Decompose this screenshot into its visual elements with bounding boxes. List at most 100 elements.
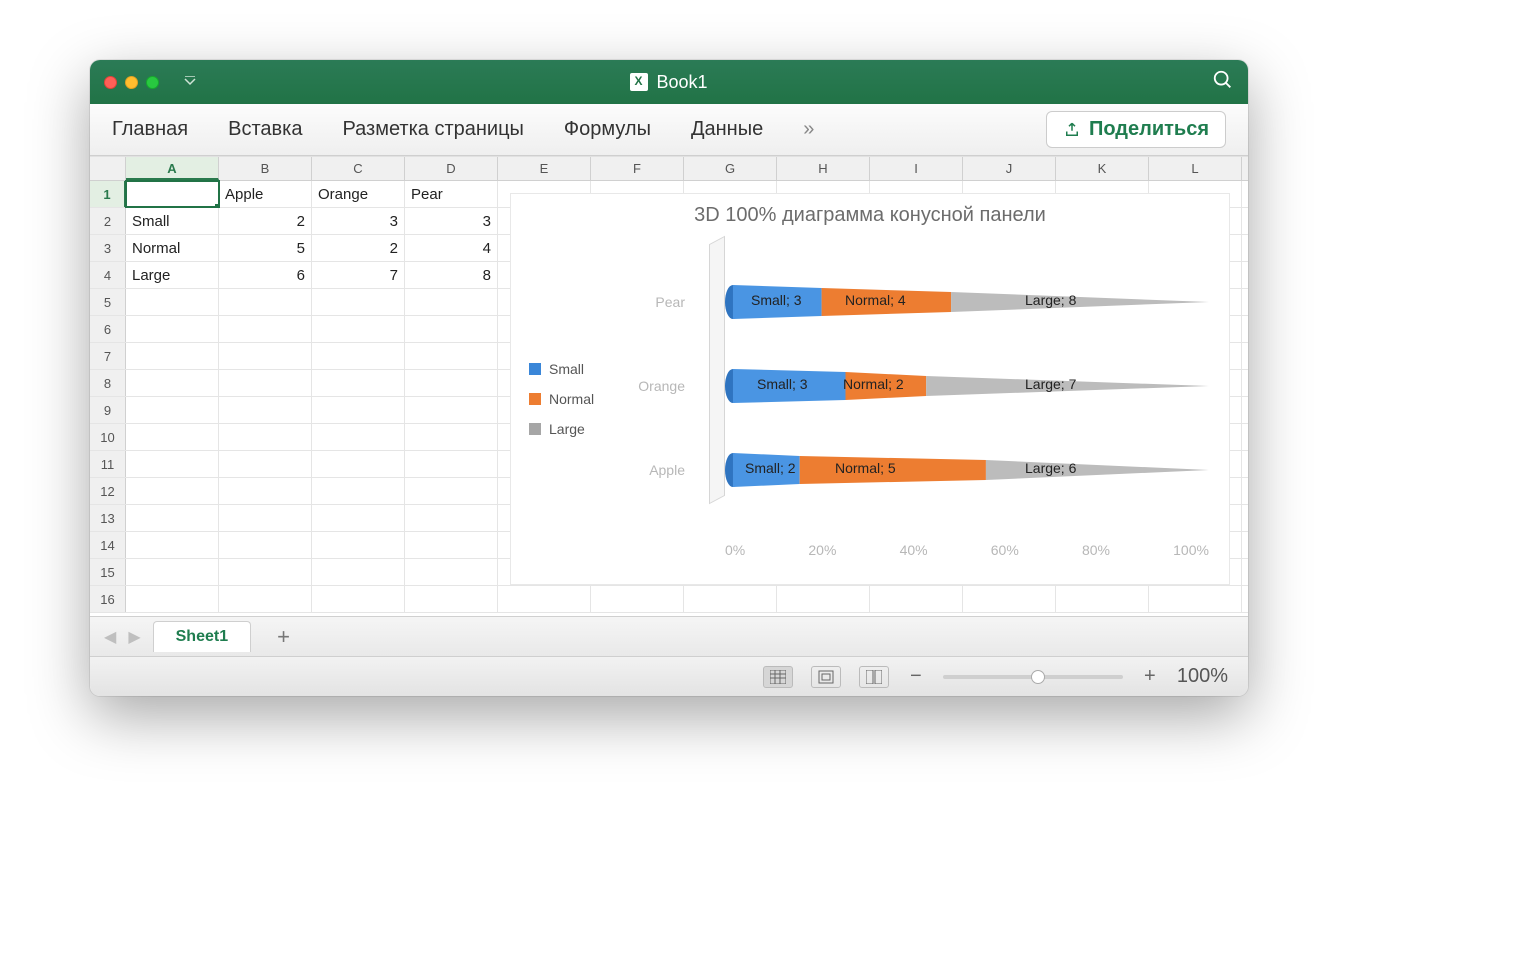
- row-header[interactable]: 11: [90, 451, 126, 477]
- cell[interactable]: [405, 586, 498, 612]
- cell[interactable]: [219, 478, 312, 504]
- column-header[interactable]: C: [312, 157, 405, 180]
- cell-A1[interactable]: [126, 181, 219, 207]
- search-icon[interactable]: [1212, 69, 1234, 96]
- cell[interactable]: Normal: [126, 235, 219, 261]
- cell[interactable]: [405, 289, 498, 315]
- column-header[interactable]: B: [219, 157, 312, 180]
- view-page-layout-button[interactable]: [811, 666, 841, 688]
- cell[interactable]: [312, 451, 405, 477]
- ribbon-tab-insert[interactable]: Вставка: [228, 114, 302, 145]
- cell[interactable]: Apple: [219, 181, 312, 207]
- cell[interactable]: 5: [219, 235, 312, 261]
- cell[interactable]: [1149, 586, 1242, 612]
- cell[interactable]: [312, 478, 405, 504]
- cell[interactable]: [126, 505, 219, 531]
- row-header[interactable]: 12: [90, 478, 126, 504]
- select-all-corner[interactable]: [90, 157, 126, 180]
- cell[interactable]: [312, 424, 405, 450]
- close-button[interactable]: [104, 76, 117, 89]
- spreadsheet-grid[interactable]: A B C D E F G H I J K L 1 Apple Orange P…: [90, 156, 1248, 616]
- row-header[interactable]: 3: [90, 235, 126, 261]
- cell[interactable]: [219, 370, 312, 396]
- cell[interactable]: [405, 343, 498, 369]
- cell[interactable]: [405, 478, 498, 504]
- cell[interactable]: [498, 586, 591, 612]
- view-normal-button[interactable]: [763, 666, 793, 688]
- column-header[interactable]: H: [777, 157, 870, 180]
- cell[interactable]: Pear: [405, 181, 498, 207]
- cell[interactable]: [963, 586, 1056, 612]
- cell[interactable]: [405, 397, 498, 423]
- cell[interactable]: [591, 586, 684, 612]
- zoom-slider[interactable]: [943, 675, 1123, 679]
- cell[interactable]: [219, 343, 312, 369]
- row-header[interactable]: 1: [90, 181, 126, 207]
- cell[interactable]: [219, 451, 312, 477]
- cell[interactable]: [219, 559, 312, 585]
- add-sheet-button[interactable]: +: [263, 624, 304, 650]
- cell[interactable]: [126, 397, 219, 423]
- cell[interactable]: 8: [405, 262, 498, 288]
- cell[interactable]: [219, 397, 312, 423]
- cell[interactable]: [312, 289, 405, 315]
- cell[interactable]: [405, 505, 498, 531]
- cell[interactable]: Small: [126, 208, 219, 234]
- row-header[interactable]: 4: [90, 262, 126, 288]
- row-header[interactable]: 16: [90, 586, 126, 612]
- column-header[interactable]: F: [591, 157, 684, 180]
- quick-access-indicator[interactable]: [183, 76, 197, 89]
- minimize-button[interactable]: [125, 76, 138, 89]
- view-page-break-button[interactable]: [859, 666, 889, 688]
- row-header[interactable]: 8: [90, 370, 126, 396]
- cell[interactable]: 3: [312, 208, 405, 234]
- cell[interactable]: 2: [312, 235, 405, 261]
- row-header[interactable]: 10: [90, 424, 126, 450]
- row-header[interactable]: 6: [90, 316, 126, 342]
- ribbon-tab-formulas[interactable]: Формулы: [564, 114, 651, 145]
- cell[interactable]: [312, 397, 405, 423]
- zoom-percentage[interactable]: 100%: [1177, 665, 1228, 688]
- row-header[interactable]: 7: [90, 343, 126, 369]
- column-header[interactable]: I: [870, 157, 963, 180]
- column-header[interactable]: L: [1149, 157, 1242, 180]
- ribbon-more-icon[interactable]: »: [803, 118, 814, 141]
- cell[interactable]: [312, 532, 405, 558]
- cell[interactable]: [219, 316, 312, 342]
- chart-object[interactable]: 3D 100% диаграмма конусной панели Small …: [510, 193, 1230, 585]
- zoom-slider-thumb[interactable]: [1031, 670, 1045, 684]
- sheet-nav-prev-icon[interactable]: ◀: [104, 627, 116, 647]
- cell[interactable]: 3: [405, 208, 498, 234]
- cell[interactable]: [219, 586, 312, 612]
- sheet-tab-active[interactable]: Sheet1: [153, 621, 251, 652]
- cell[interactable]: [312, 559, 405, 585]
- cell[interactable]: [312, 505, 405, 531]
- cell[interactable]: [126, 316, 219, 342]
- cell[interactable]: [405, 532, 498, 558]
- cell[interactable]: [312, 316, 405, 342]
- cell[interactable]: [312, 586, 405, 612]
- column-header[interactable]: D: [405, 157, 498, 180]
- cell[interactable]: [870, 586, 963, 612]
- cell[interactable]: [126, 370, 219, 396]
- cell[interactable]: [405, 559, 498, 585]
- cell[interactable]: [405, 424, 498, 450]
- column-header[interactable]: J: [963, 157, 1056, 180]
- cell[interactable]: 4: [405, 235, 498, 261]
- column-header[interactable]: A: [126, 157, 219, 180]
- column-header[interactable]: G: [684, 157, 777, 180]
- cell[interactable]: 2: [219, 208, 312, 234]
- sheet-nav-next-icon[interactable]: ▶: [128, 627, 140, 647]
- cell[interactable]: [219, 505, 312, 531]
- cell[interactable]: [219, 289, 312, 315]
- cell[interactable]: Large: [126, 262, 219, 288]
- column-header[interactable]: K: [1056, 157, 1149, 180]
- row-header[interactable]: 14: [90, 532, 126, 558]
- cell[interactable]: [312, 370, 405, 396]
- cell[interactable]: 7: [312, 262, 405, 288]
- zoom-button[interactable]: [146, 76, 159, 89]
- cell[interactable]: [126, 559, 219, 585]
- row-header[interactable]: 9: [90, 397, 126, 423]
- zoom-out-button[interactable]: −: [907, 665, 925, 688]
- cell[interactable]: [126, 586, 219, 612]
